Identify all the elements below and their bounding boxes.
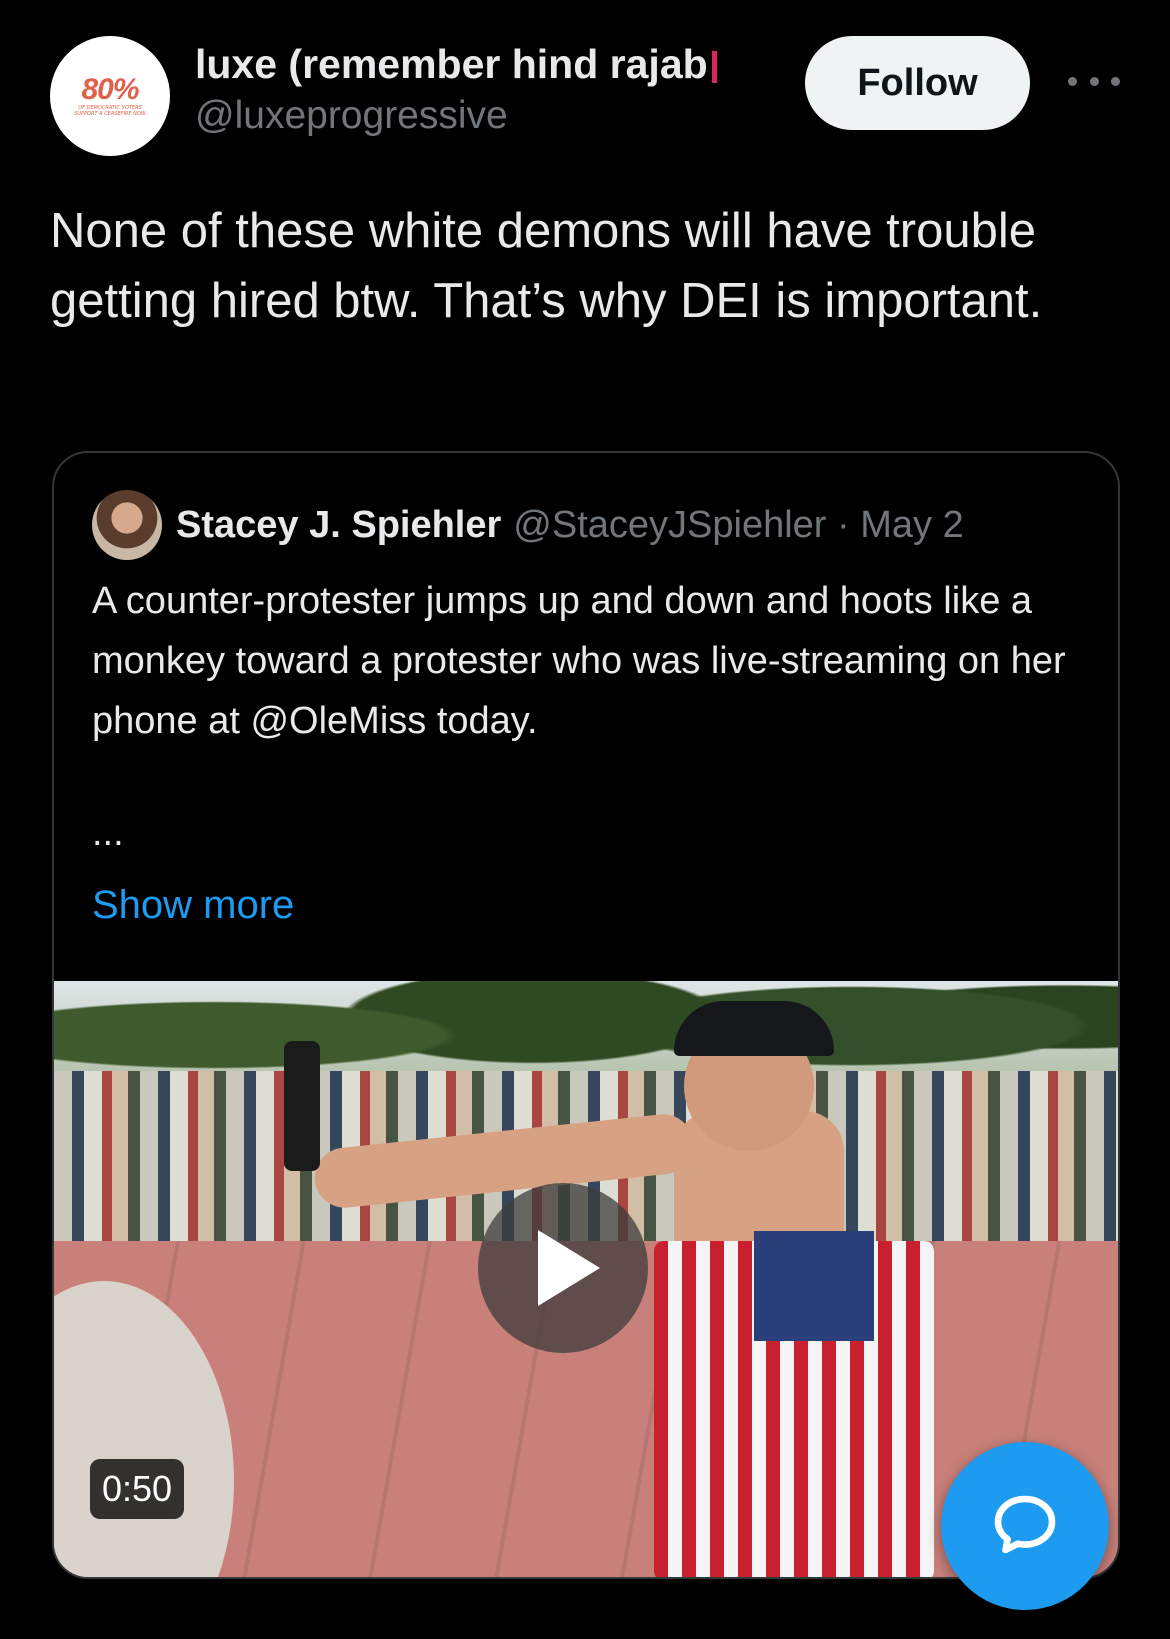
avatar-logo-caption-2: SUPPORT A CEASEFIRE NOW xyxy=(74,111,146,117)
compose-reply-button[interactable] xyxy=(941,1442,1109,1610)
play-icon xyxy=(538,1230,600,1306)
video-duration-badge: 0:50 xyxy=(90,1459,185,1519)
quoted-author-handle-date: @StaceyJSpiehler · May 2 xyxy=(513,503,964,546)
tweet-header: 80% OF DEMOCRATIC VOTERS SUPPORT A CEASE… xyxy=(50,36,1120,156)
avatar-logo-text: 80% xyxy=(81,72,139,106)
tweet-text: None of these white demons will have tro… xyxy=(50,204,1043,328)
author-handle[interactable]: @luxeprogressive xyxy=(195,90,795,142)
follow-button[interactable]: Follow xyxy=(805,36,1030,130)
quoted-tweet-ellipsis: ... xyxy=(92,812,124,854)
author-names: luxe (remember hind rajab @luxeprogressi… xyxy=(195,38,795,142)
play-button[interactable] xyxy=(478,1183,648,1353)
show-more-link[interactable]: Show more xyxy=(92,875,294,935)
quoted-tweet[interactable]: Stacey J. Spiehler @StaceyJSpiehler · Ma… xyxy=(52,451,1120,1579)
video-frame-person xyxy=(284,1001,994,1577)
name-emoji-bar xyxy=(711,51,717,84)
compose-reply-icon xyxy=(994,1495,1056,1554)
author-avatar[interactable]: 80% OF DEMOCRATIC VOTERS SUPPORT A CEASE… xyxy=(50,36,170,156)
quoted-author-avatar xyxy=(92,490,162,560)
quoted-author-name: Stacey J. Spiehler xyxy=(176,503,502,546)
more-icon[interactable] xyxy=(1068,66,1120,96)
quoted-tweet-text: A counter-protester jumps up and down an… xyxy=(92,580,1066,742)
quoted-tweet-header: Stacey J. Spiehler @StaceyJSpiehler · Ma… xyxy=(92,489,1092,561)
author-display-name[interactable]: luxe (remember hind rajab xyxy=(195,38,795,90)
